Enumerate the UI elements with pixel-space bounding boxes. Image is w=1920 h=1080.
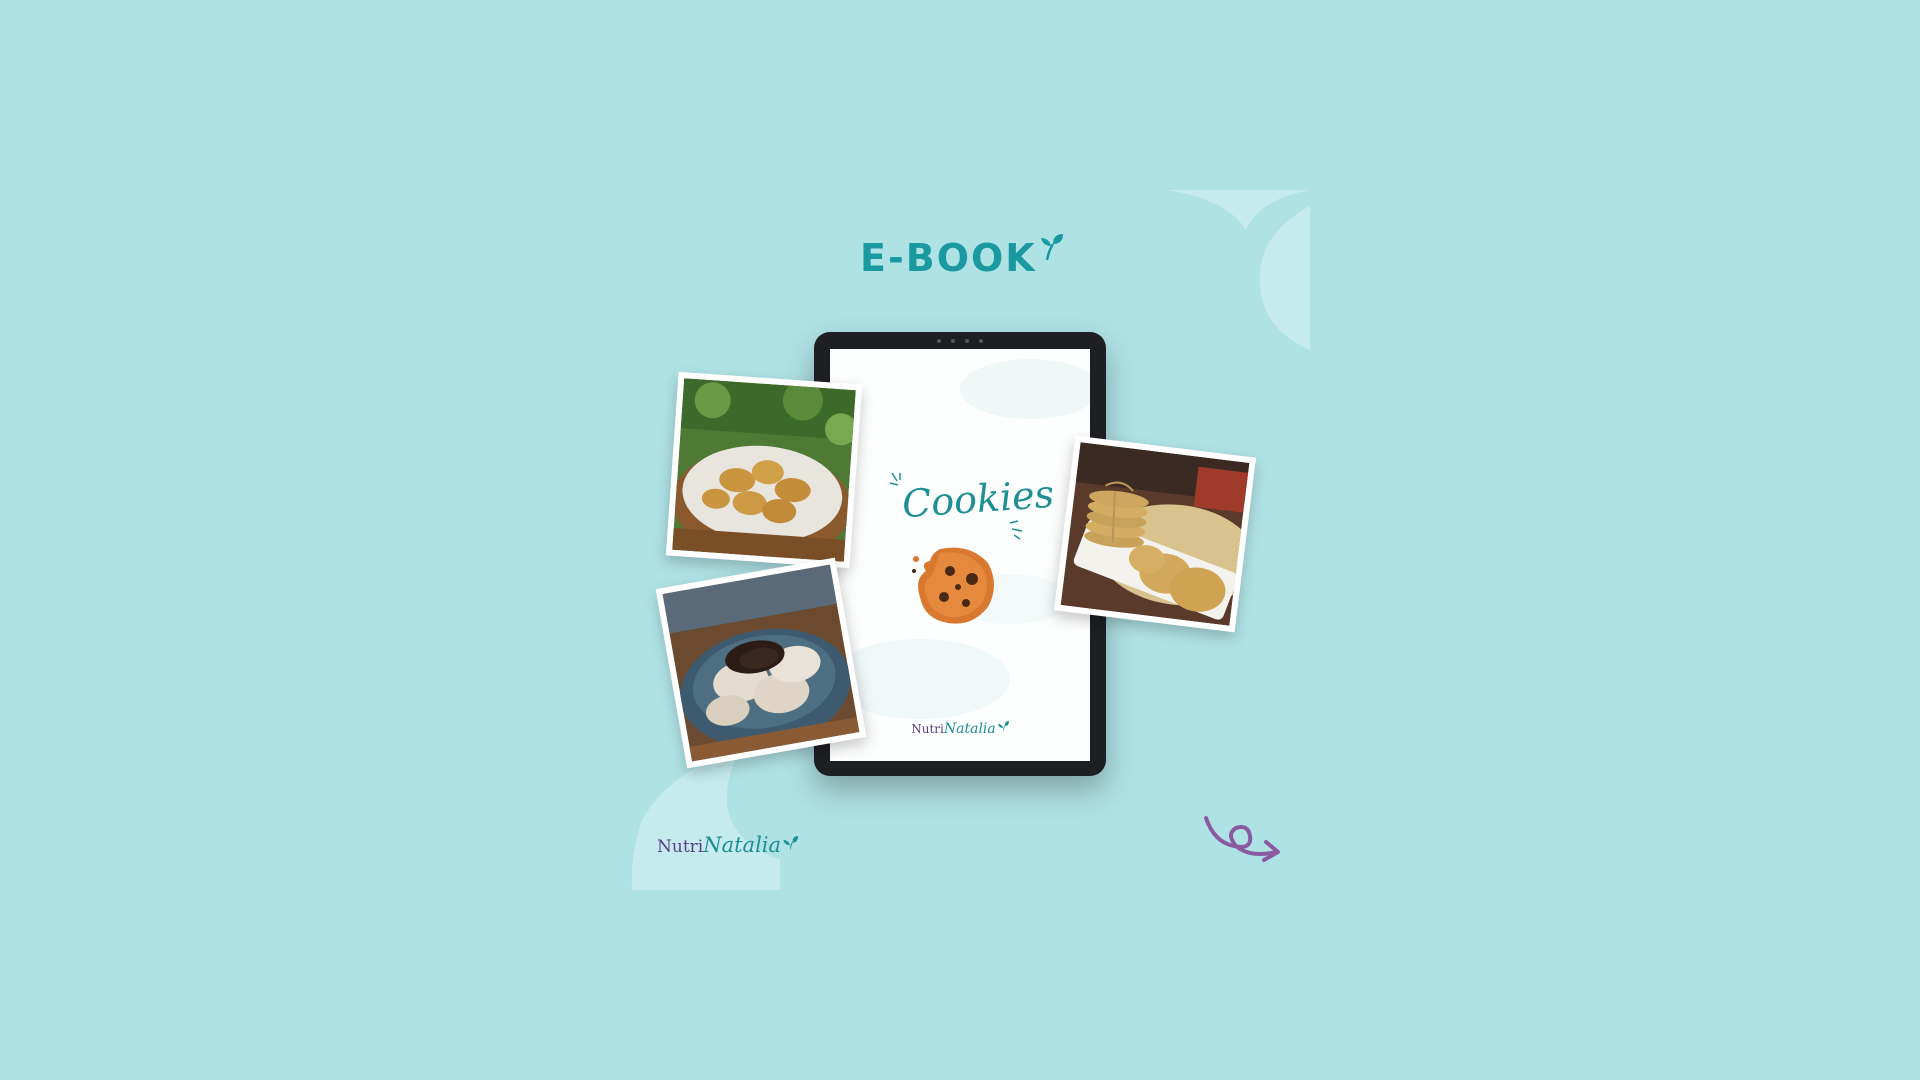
sprout-icon [997, 721, 1009, 732]
swirl-arrow-icon [1204, 816, 1280, 862]
dipped-cookies-photo [655, 557, 867, 769]
brand-logo: Nutri Natalia [657, 833, 799, 857]
ebook-heading: E-BOOK [860, 228, 1067, 288]
cookie-icon [912, 547, 994, 624]
ebook-title: E-BOOK [860, 236, 1037, 280]
promo-canvas: E-BOOK Cookies Nutri Natalia Nutri Natal… [0, 0, 1920, 1080]
tablet-camera [814, 339, 1106, 343]
stacked-cookies-photo [1053, 435, 1257, 633]
ebook-cover: Cookies Nutri Natalia [830, 349, 1090, 761]
stacked-cookies-image [1060, 442, 1250, 626]
brand-prefix: Nutri [657, 837, 704, 857]
cookie-basket-image [672, 378, 856, 562]
sparkle-icon [1009, 520, 1023, 540]
dipped-cookies-image [662, 564, 860, 762]
cover-brand-logo: Nutri Natalia [830, 721, 1090, 737]
cookie-basket-photo [665, 371, 863, 569]
leaf-decoration-top [1168, 190, 1310, 350]
brand-name: Natalia [703, 833, 782, 857]
brand-prefix: Nutri [911, 722, 944, 736]
leaf-decoration-bottom [631, 750, 780, 890]
brand-name: Natalia [943, 721, 996, 737]
sprout-icon [783, 836, 799, 851]
sprout-icon [1040, 234, 1063, 261]
